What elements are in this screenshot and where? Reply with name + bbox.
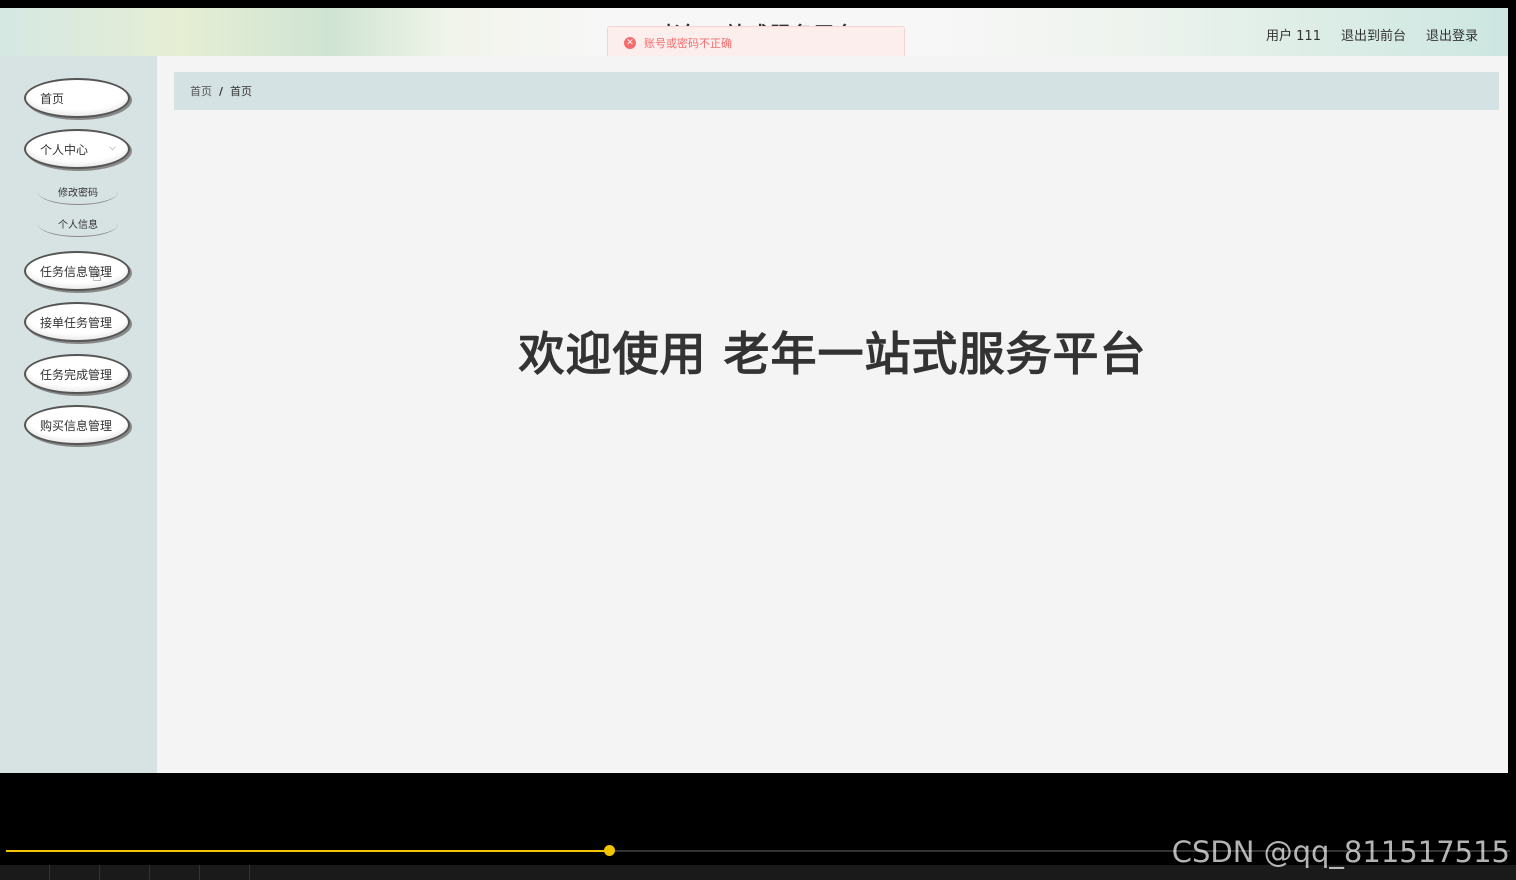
top-strip <box>0 0 1516 8</box>
sidebar-item-task-completion[interactable]: 任务完成管理 <box>24 354 130 394</box>
watermark: CSDN @qq_811517515 <box>1171 835 1510 869</box>
sidebar-item-personal-center[interactable]: 个人中心 ⌵ <box>24 129 130 169</box>
sidebar-item-label: 首页 <box>40 91 65 106</box>
breadcrumb: 首页 / 首页 <box>174 72 1499 110</box>
sidebar-item-label: 购买信息管理 <box>40 418 113 433</box>
control-button[interactable] <box>200 865 250 880</box>
error-circle-icon: ✕ <box>624 37 636 49</box>
sidebar-item-home[interactable]: 首页 <box>24 78 130 118</box>
sidebar-item-task-info[interactable]: 任务信息管理 <box>24 251 130 291</box>
video-player-bar: CSDN @qq_811517515 <box>0 773 1516 880</box>
breadcrumb-current: 首页 <box>230 85 253 98</box>
sidebar-item-purchase-info[interactable]: 购买信息管理 <box>24 405 130 445</box>
error-toast: ✕ 账号或密码不正确 <box>607 26 905 60</box>
control-button[interactable] <box>0 865 50 880</box>
toast-message: 账号或密码不正确 <box>644 37 732 50</box>
sidebar-item-label: 任务完成管理 <box>40 367 113 382</box>
right-border <box>1508 8 1516 773</box>
sidebar-item-label: 个人中心 <box>40 142 89 157</box>
logout-link[interactable]: 退出登录 <box>1426 25 1478 44</box>
main-content: 首页 / 首页 欢迎使用 老年一站式服务平台 <box>157 56 1508 773</box>
hand-cursor-icon: ☝ <box>92 266 102 285</box>
progress-handle[interactable] <box>604 845 615 856</box>
chevron-down-icon: ⌵ <box>109 143 116 153</box>
progress-fill <box>6 850 610 852</box>
front-link[interactable]: 退出到前台 <box>1341 25 1406 44</box>
welcome-heading: 欢迎使用 老年一站式服务平台 <box>518 327 1147 381</box>
user-label: 用户 111 <box>1266 29 1321 44</box>
header-links: 用户 111 退出到前台 退出登录 <box>1266 25 1478 44</box>
control-button[interactable] <box>100 865 150 880</box>
sidebar: 首页 个人中心 ⌵ 修改密码 个人信息 任务信息管理 接单任务管理 任务完成管理… <box>0 56 157 773</box>
sidebar-subitem-label: 个人信息 <box>58 220 98 231</box>
sidebar-item-label: 接单任务管理 <box>40 315 113 330</box>
sidebar-subitem-change-password[interactable]: 修改密码 <box>38 179 118 205</box>
sidebar-item-accepted-tasks[interactable]: 接单任务管理 <box>24 302 130 342</box>
breadcrumb-home[interactable]: 首页 <box>190 83 212 99</box>
control-button[interactable] <box>50 865 100 880</box>
sidebar-subitem-personal-info[interactable]: 个人信息 <box>38 211 118 237</box>
control-button[interactable] <box>150 865 200 880</box>
sidebar-subitem-label: 修改密码 <box>58 188 98 199</box>
breadcrumb-separator: / <box>219 84 224 98</box>
